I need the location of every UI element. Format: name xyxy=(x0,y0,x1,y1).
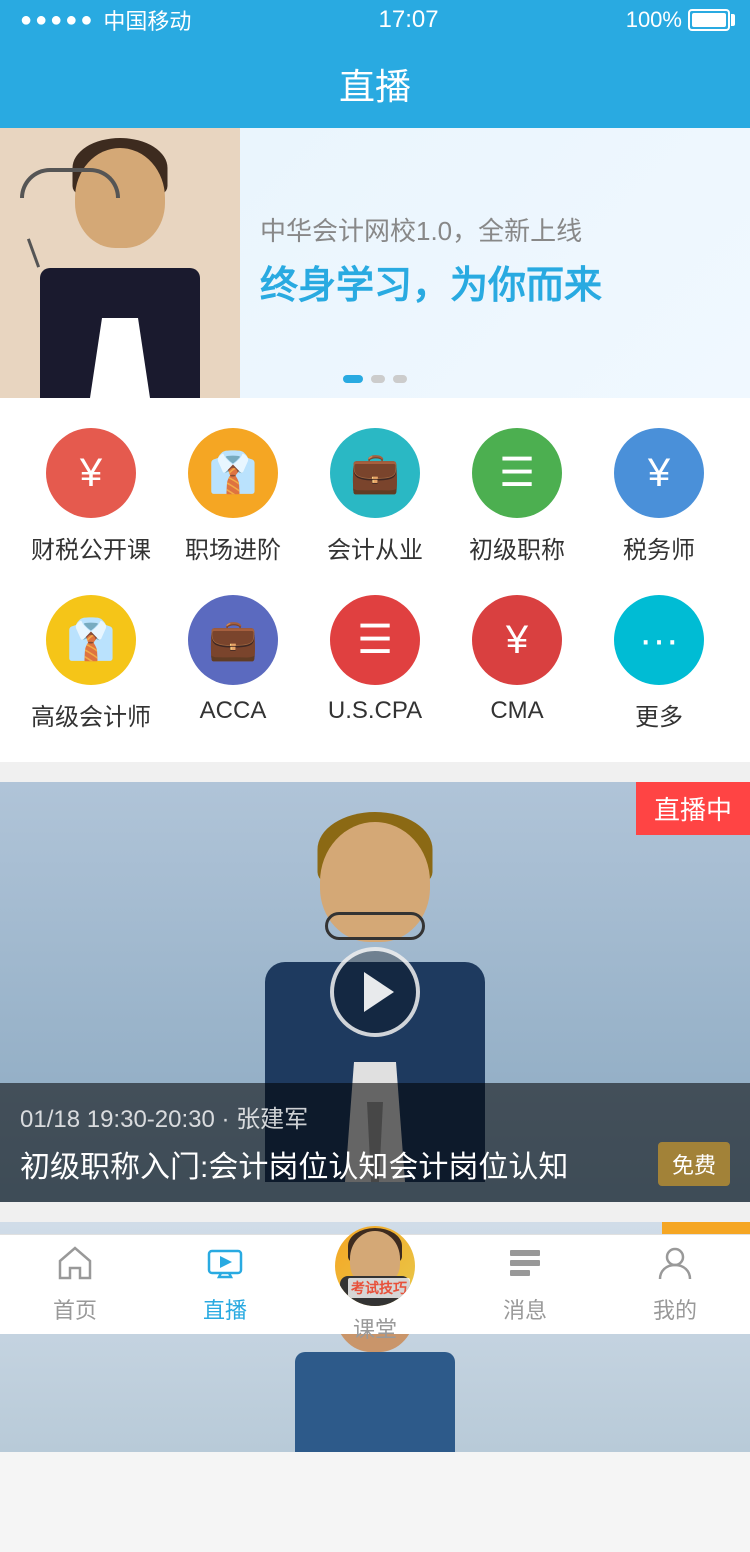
category-icon-caishu: ¥ xyxy=(46,428,136,518)
pp-body xyxy=(295,1352,455,1452)
category-icon-kuaiji: 💼 xyxy=(330,428,420,518)
tab-home-label: 首页 xyxy=(53,1293,97,1325)
tab-live-label: 直播 xyxy=(203,1293,247,1325)
section-gap-1 xyxy=(0,762,750,782)
category-icon-chuji: ☰ xyxy=(472,428,562,518)
mic-icon xyxy=(27,238,40,267)
status-bar: ●●●●● 中国移动 17:07 100% xyxy=(0,0,750,40)
caishu-symbol: ¥ xyxy=(80,453,102,493)
category-icon-acca: 💼 xyxy=(188,595,278,685)
live-icon xyxy=(207,1245,243,1287)
category-section: ¥ 财税公开课 👔 职场进阶 💼 会计从业 ☰ 初级职称 xyxy=(0,398,750,762)
tab-messages-label: 消息 xyxy=(503,1293,547,1325)
category-more[interactable]: ··· 更多 xyxy=(599,595,719,732)
category-icon-cma: ¥ xyxy=(472,595,562,685)
category-gaoji[interactable]: 👔 高级会计师 xyxy=(31,595,151,732)
play-icon xyxy=(364,972,394,1012)
category-icon-uscpa: ☰ xyxy=(330,595,420,685)
category-icon-shuiwu: ¥ xyxy=(614,428,704,518)
battery-percent: 100% xyxy=(626,7,682,33)
live-title: 初级职称入门:会计岗位认知会计岗位认知 xyxy=(20,1142,648,1186)
banner-dot-3[interactable] xyxy=(393,375,407,383)
zhichang-symbol: 👔 xyxy=(208,453,258,493)
category-kuaijicongye[interactable]: 💼 会计从业 xyxy=(315,428,435,565)
nav-bar: 直播 xyxy=(0,40,750,128)
tab-home[interactable]: 首页 xyxy=(0,1245,150,1325)
tab-profile[interactable]: 我的 xyxy=(600,1245,750,1325)
banner-person xyxy=(0,128,240,398)
tab-classroom[interactable]: 考试技巧 课堂 xyxy=(300,1226,450,1344)
category-cma[interactable]: ¥ CMA xyxy=(457,595,577,732)
category-label-cma: CMA xyxy=(490,697,543,725)
category-chujizhi[interactable]: ☰ 初级职称 xyxy=(457,428,577,565)
banner-dots xyxy=(343,375,407,383)
category-label-uscpa: U.S.CPA xyxy=(328,697,422,725)
banner-subtitle: 中华会计网校1.0，全新上线 xyxy=(260,213,720,249)
category-label-acca: ACCA xyxy=(200,697,267,725)
headset-icon xyxy=(20,168,120,198)
category-row-1: ¥ 财税公开课 👔 职场进阶 💼 会计从业 ☰ 初级职称 xyxy=(20,428,730,565)
category-label-more: 更多 xyxy=(635,697,683,732)
category-row-2: 👔 高级会计师 💼 ACCA ☰ U.S.CPA ¥ CMA xyxy=(20,595,730,732)
live-title-row: 初级职称入门:会计岗位认知会计岗位认知 免费 xyxy=(20,1142,730,1186)
cma-symbol: ¥ xyxy=(506,620,528,660)
lp-glasses xyxy=(325,912,425,940)
tab-bar: 首页 直播 考试技巧 课堂 消息 xyxy=(0,1234,750,1334)
time-display: 17:07 xyxy=(379,6,439,34)
acca-symbol: 💼 xyxy=(208,620,258,660)
shuiwu-symbol: ¥ xyxy=(648,453,670,493)
play-button[interactable] xyxy=(330,947,420,1037)
category-label-gaoji: 高级会计师 xyxy=(31,697,151,732)
tab-messages[interactable]: 消息 xyxy=(450,1245,600,1325)
lp-head xyxy=(320,822,430,942)
category-icon-gaoji: 👔 xyxy=(46,595,136,685)
tab-profile-label: 我的 xyxy=(653,1293,697,1325)
signal-icon: ●●●●● xyxy=(20,9,95,32)
category-icon-more: ··· xyxy=(614,595,704,685)
banner-dot-2[interactable] xyxy=(371,375,385,383)
carrier-label: 中国移动 xyxy=(103,4,191,36)
banner-dot-1[interactable] xyxy=(343,375,363,383)
category-label-zhichang: 职场进阶 xyxy=(185,530,281,565)
live-meta: 01/18 19:30-20:30 · 张建军 xyxy=(20,1099,730,1134)
category-zhichangjinjie[interactable]: 👔 职场进阶 xyxy=(173,428,293,565)
category-label-kuaiji: 会计从业 xyxy=(327,530,423,565)
chuji-symbol: ☰ xyxy=(499,453,535,493)
gaoji-symbol: 👔 xyxy=(66,620,116,660)
avatar-text: 考试技巧 xyxy=(348,1278,410,1298)
profile-icon xyxy=(657,1245,693,1287)
category-shuiwushi[interactable]: ¥ 税务师 xyxy=(599,428,719,565)
banner[interactable]: 中华会计网校1.0，全新上线 终身学习，为你而来 xyxy=(0,128,750,398)
category-uscpa[interactable]: ☰ U.S.CPA xyxy=(315,595,435,732)
live-card[interactable]: 直播中 01/18 19:30-20:30 · 张建军 初级职称入门:会计岗位认… xyxy=(0,782,750,1202)
message-icon xyxy=(507,1245,543,1287)
person-head xyxy=(75,148,165,248)
battery-area: 100% xyxy=(626,7,730,33)
live-badge: 直播中 xyxy=(636,782,750,835)
category-acca[interactable]: 💼 ACCA xyxy=(173,595,293,732)
live-info-bar: 01/18 19:30-20:30 · 张建军 初级职称入门:会计岗位认知会计岗… xyxy=(0,1083,750,1202)
uscpa-symbol: ☰ xyxy=(357,620,393,660)
battery-icon xyxy=(688,9,730,31)
category-caishuigongkaike[interactable]: ¥ 财税公开课 xyxy=(31,428,151,565)
kuaiji-symbol: 💼 xyxy=(350,453,400,493)
banner-title: 终身学习，为你而来 xyxy=(260,260,720,313)
free-badge: 免费 xyxy=(658,1142,730,1186)
tab-live[interactable]: 直播 xyxy=(150,1245,300,1325)
banner-text: 中华会计网校1.0，全新上线 终身学习，为你而来 xyxy=(240,183,750,343)
person-shirt xyxy=(90,318,150,398)
category-label-chuji: 初级职称 xyxy=(469,530,565,565)
category-label-shuiwu: 税务师 xyxy=(623,530,695,565)
section-gap-2 xyxy=(0,1202,750,1222)
battery-fill xyxy=(692,13,726,27)
classroom-avatar: 考试技巧 xyxy=(335,1226,415,1306)
category-label-caishu: 财税公开课 xyxy=(31,530,151,565)
page-title: 直播 xyxy=(339,58,411,110)
category-icon-zhichang: 👔 xyxy=(188,428,278,518)
home-icon xyxy=(57,1245,93,1287)
person-body xyxy=(40,268,200,398)
more-symbol: ··· xyxy=(639,620,679,660)
